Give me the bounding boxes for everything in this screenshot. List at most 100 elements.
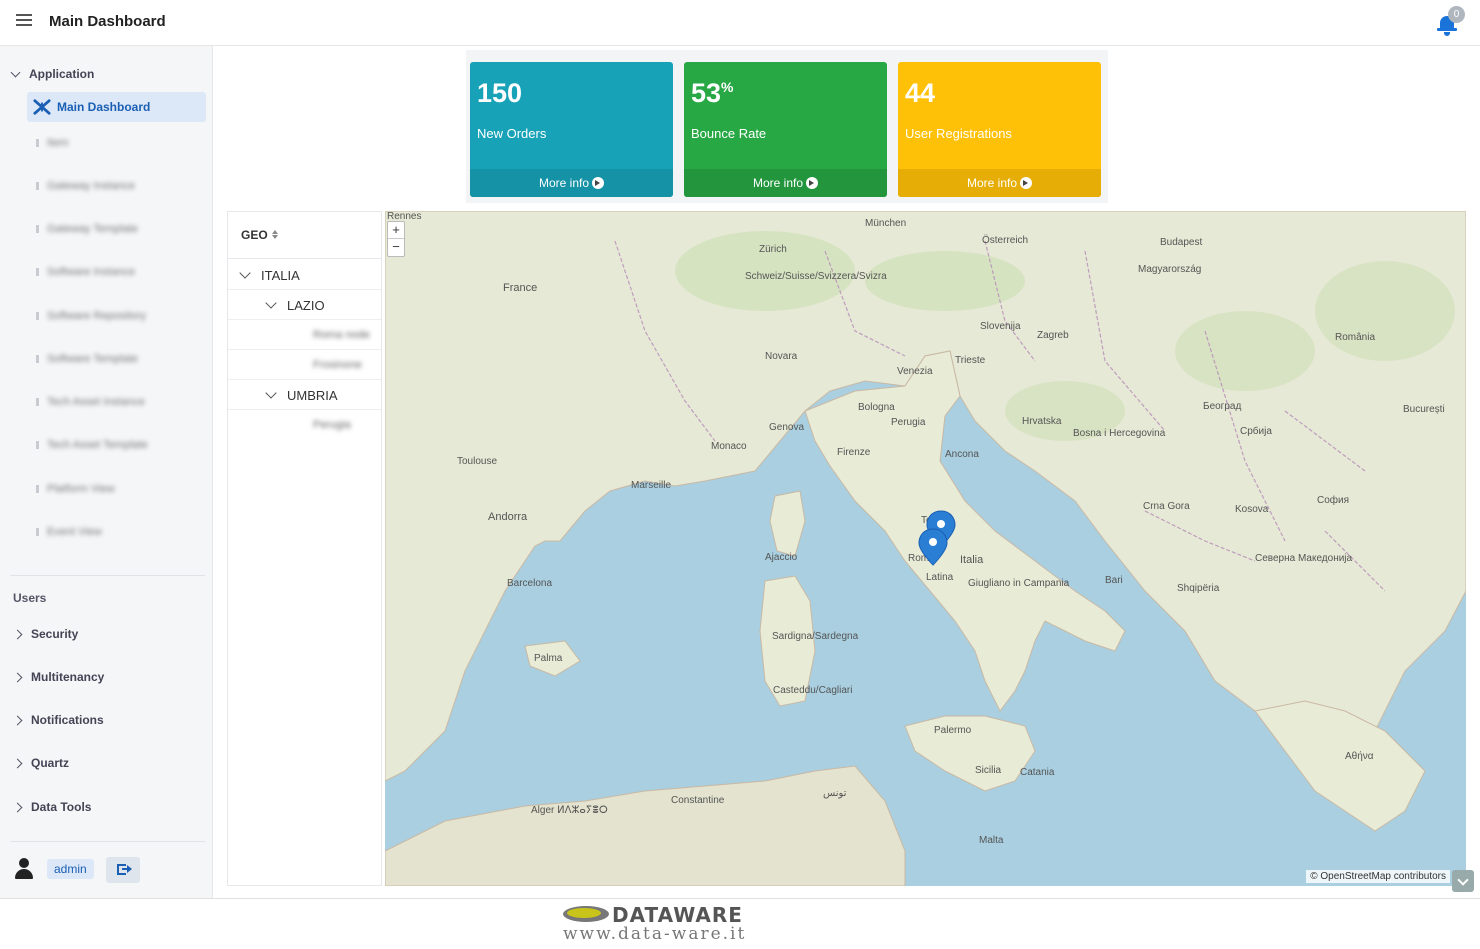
sidebar-item-6[interactable]: Software Template [36,351,138,367]
sidebar-section-label: Application [29,67,95,81]
zoom-out-button[interactable]: − [388,239,404,256]
sidebar-divider [10,575,205,576]
stat-value: 44 [905,78,936,108]
tree-row-italia[interactable]: ITALIA [228,260,381,290]
sidebar-section-application[interactable]: Application [10,67,95,81]
dataware-logo-icon [563,906,609,922]
user-name-chip[interactable]: admin [47,859,94,879]
logout-button[interactable] [106,857,140,883]
users-section-title: Users [13,591,47,605]
map-label: France [503,282,537,294]
top-bar: Main Dashboard 0 [0,0,1480,46]
stat-label: User Registrations [905,126,1012,141]
arrow-circle-right-icon [1020,177,1033,189]
more-info-link[interactable]: More info [470,169,673,197]
stat-card-new-orders: 150 New Orders More info [470,62,673,197]
map-label: München [865,218,906,229]
map-label: Casteddu/Cagliari [773,685,853,696]
map-label: Latina [926,572,954,583]
sidebar-section-label: Multitenancy [31,670,105,684]
map-label: Italia [960,554,984,566]
map-label: Kosova [1235,504,1269,515]
map-label: Giugliano in Campania [968,578,1070,589]
more-info-link[interactable]: More info [898,169,1101,197]
map-label: Bosna i Hercegovina [1073,428,1166,439]
map-label: Србија [1240,425,1272,437]
sidebar-item-2[interactable]: Gateway Instance [36,178,135,194]
footer-url: www.data-ware.it [563,924,747,944]
sort-icon[interactable] [272,230,278,240]
map-label: Genova [769,422,804,433]
map-view[interactable]: Rennes France Italia Roma Terni Latina G… [385,211,1466,886]
sidebar-section-label: Data Tools [31,800,92,814]
map-label: Venezia [897,366,933,377]
sidebar-item-3[interactable]: Gateway Template [36,221,138,237]
scroll-down-icon[interactable] [1452,870,1474,892]
tree-row-leaf[interactable]: Perugia [228,410,381,440]
zoom-in-button[interactable]: + [388,222,404,239]
map-label: București [1403,404,1445,415]
sidebar-item-9[interactable]: Platform View [36,481,115,497]
map-label: Barcelona [507,578,552,589]
map-attribution[interactable]: © OpenStreetMap contributors [1306,870,1450,883]
map-label: Hrvatska [1022,416,1062,427]
map-label: Alger ⵍⴷⵣⴰⵢⴻⵔ [531,805,608,816]
sidebar-item-8[interactable]: Tech Asset Template [36,437,148,453]
sidebar-section-quartz[interactable]: Quartz [12,756,70,770]
tree-row-leaf[interactable]: Frosinone [228,350,381,380]
sidebar-section-label: Notifications [31,713,104,727]
map-label: Firenze [837,447,871,458]
geo-header[interactable]: GEO [228,212,381,259]
chevron-down-icon[interactable] [265,297,277,309]
tree-row-leaf[interactable]: Roma node [228,320,381,350]
arrow-circle-right-icon [592,177,605,189]
map-label: Sicilia [975,765,1002,776]
map-label: Palermo [934,725,972,736]
sidebar-item-10[interactable]: Event View [36,524,102,540]
map-land-corsica [769,490,806,557]
notification-bell-icon[interactable]: 0 [1434,6,1465,38]
chevron-down-icon[interactable] [239,267,251,279]
geo-header-label: GEO [241,228,268,242]
sidebar-section-security[interactable]: Security [12,627,78,641]
map-label: Αθήνα [1345,750,1374,762]
map-label: Österreich [982,234,1028,246]
sidebar-item-1[interactable]: Item [36,135,68,151]
map-label: Monaco [711,441,747,452]
sidebar-section-notifications[interactable]: Notifications [12,713,104,727]
map-land-africa [385,765,906,886]
map-canvas[interactable]: Rennes France Italia Roma Terni Latina G… [385,211,1466,886]
tree-row-lazio[interactable]: LAZIO [228,290,381,320]
map-label: Ajaccio [765,552,798,563]
stat-value: 53% [691,78,734,108]
more-info-link[interactable]: More info [684,169,887,197]
sidebar-section-data-tools[interactable]: Data Tools [12,800,92,814]
sidebar-section-multitenancy[interactable]: Multitenancy [12,670,105,684]
map-label: Magyarország [1138,264,1201,275]
map-label: România [1335,332,1375,343]
chevron-right-icon [12,715,23,725]
sidebar-item-main-dashboard[interactable]: Main Dashboard [27,92,206,122]
map-label: Novara [765,351,798,362]
map-label: Malta [979,835,1004,846]
sidebar-section-label: Quartz [31,756,70,770]
menu-icon[interactable] [16,14,32,28]
notification-count-badge: 0 [1448,6,1465,23]
chevron-right-icon [12,802,23,812]
map-label: Marseille [631,480,671,491]
sidebar: Application Main Dashboard Item Gateway … [0,46,213,898]
chevron-right-icon [12,629,23,639]
map-label: Constantine [671,795,725,806]
stat-value: 150 [477,78,523,108]
chevron-right-icon [12,672,23,682]
sidebar-item-5[interactable]: Software Repository [36,308,146,324]
chevron-down-icon[interactable] [265,387,277,399]
tree-row-umbria[interactable]: UMBRIA [228,380,381,410]
sidebar-item-label: Main Dashboard [57,100,151,114]
map-label: Slovenija [980,321,1021,332]
user-icon [14,858,34,880]
map-label: Andorra [488,511,528,523]
sidebar-item-7[interactable]: Tech Asset Instance [36,394,145,410]
map-label: Bari [1105,575,1123,586]
sidebar-item-4[interactable]: Software Instance [36,264,135,280]
